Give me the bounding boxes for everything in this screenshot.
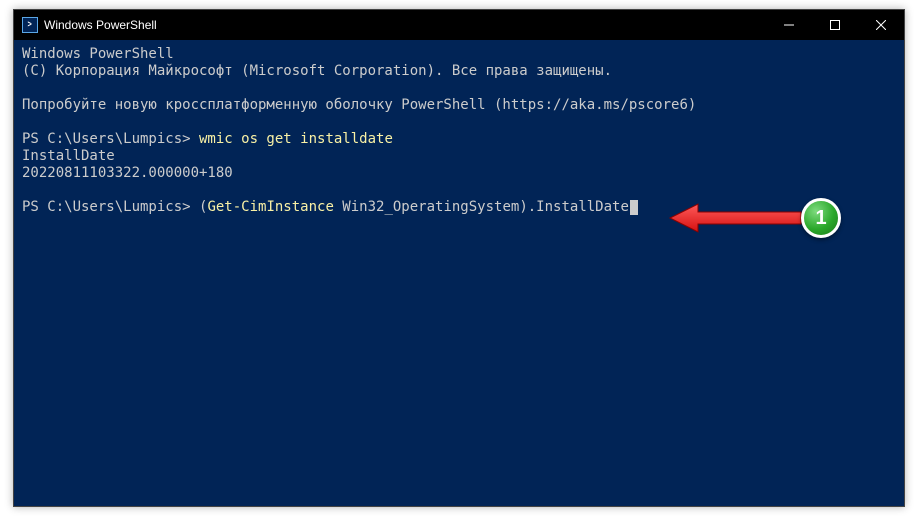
titlebar[interactable]: Windows PowerShell: [14, 10, 904, 40]
prompt-2: PS C:\Users\Lumpics>: [22, 199, 191, 215]
close-button[interactable]: [858, 10, 904, 40]
arrow-icon: [668, 198, 803, 238]
cmd2-arg: Win32_OperatingSystem: [334, 199, 519, 215]
cursor: [630, 200, 638, 215]
cmd2-paren: (: [191, 199, 208, 215]
window-title: Windows PowerShell: [44, 18, 157, 32]
minimize-button[interactable]: [766, 10, 812, 40]
annotation-overlay: 1: [668, 198, 841, 238]
window-controls: [766, 10, 904, 40]
output-header: InstallDate: [22, 148, 115, 164]
powershell-icon: [22, 17, 38, 33]
maximize-button[interactable]: [812, 10, 858, 40]
banner-line1: Windows PowerShell: [22, 46, 174, 62]
step-badge: 1: [801, 198, 841, 238]
output-value: 20220811103322.000000+180: [22, 165, 233, 181]
terminal-output[interactable]: Windows PowerShell (C) Корпорация Майкро…: [14, 40, 904, 222]
banner-line3: Попробуйте новую кроссплатформенную обол…: [22, 97, 696, 113]
powershell-window: Windows PowerShell Windows PowerShell (C…: [13, 9, 905, 507]
cmd2-rest: ).InstallDate: [519, 199, 629, 215]
command-1: wmic os get installdate: [191, 131, 393, 147]
prompt-1: PS C:\Users\Lumpics>: [22, 131, 191, 147]
banner-line2: (C) Корпорация Майкрософт (Microsoft Cor…: [22, 63, 612, 79]
titlebar-left: Windows PowerShell: [22, 17, 157, 33]
cmd2-cmdlet: Get-CimInstance: [207, 199, 333, 215]
step-number: 1: [815, 207, 826, 230]
